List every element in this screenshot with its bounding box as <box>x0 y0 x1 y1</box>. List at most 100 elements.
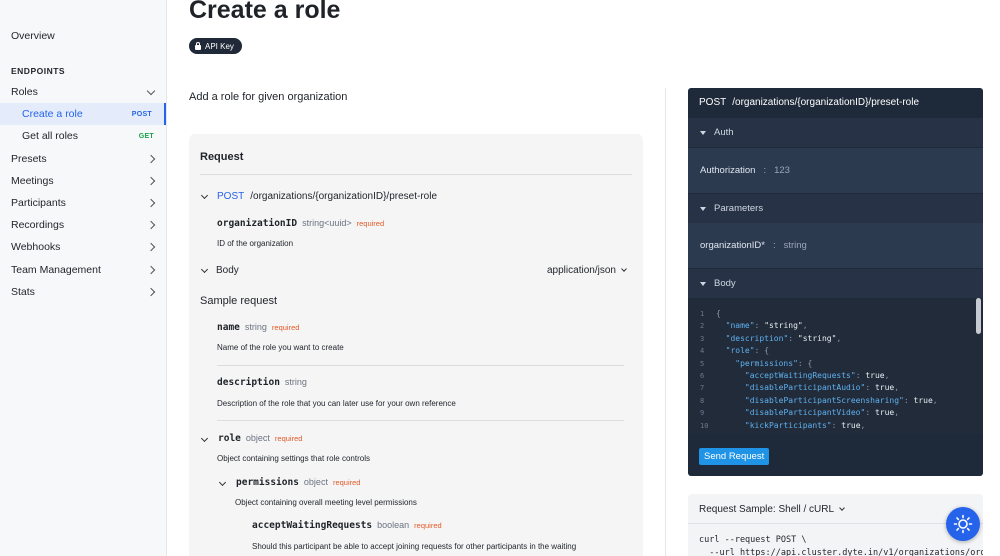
column-divider <box>665 88 666 556</box>
method-badge: GET <box>138 132 154 140</box>
sidebar-item-roles[interactable]: Roles <box>0 81 166 103</box>
json-value: { <box>716 309 721 318</box>
sidebar-item-label: Overview <box>11 30 55 42</box>
endpoint-path: /organizations/{organizationID}/preset-r… <box>732 97 920 108</box>
sidebar-item-stats[interactable]: Stats <box>0 281 166 303</box>
json-key: "acceptWaitingRequests" <box>744 370 856 380</box>
sidebar-item-label: Stats <box>11 286 35 298</box>
line-number: 10 <box>700 421 709 430</box>
sidebar-item-meetings[interactable]: Meetings <box>0 170 166 192</box>
line-number: 7 <box>700 384 705 393</box>
json-punct: , <box>894 383 900 393</box>
field-type: string <box>284 377 307 387</box>
line-number: 6 <box>700 371 705 380</box>
sidebar-item-participants[interactable]: Participants <box>0 192 166 214</box>
auth-section-toggle[interactable]: Auth <box>688 118 983 147</box>
auth-badge: API Key <box>189 38 242 54</box>
chevron-down-icon <box>839 505 845 511</box>
divider <box>200 174 632 175</box>
code-text: "role": { <box>725 346 770 356</box>
json-value: "string" <box>764 321 803 331</box>
chevron-down-icon <box>200 434 209 443</box>
field-role[interactable]: role object required <box>200 433 302 444</box>
request-sample-panel: Request Sample: Shell / cURL curl --requ… <box>688 494 983 556</box>
sidebar-item-get-all-roles[interactable]: Get all roles GET <box>0 125 166 147</box>
caret-down-icon <box>700 130 706 135</box>
code-line: 6 "acceptWaitingRequests": true, <box>688 370 983 382</box>
json-value: { <box>764 346 770 356</box>
json-punct: , <box>932 395 938 405</box>
parameters-section-toggle[interactable]: Parameters <box>688 194 983 223</box>
chevron-right-icon <box>146 220 156 230</box>
body-section-toggle[interactable]: Body <box>688 269 983 298</box>
chevron-down-icon <box>146 86 156 95</box>
required-badge: required <box>271 323 300 332</box>
authorization-row[interactable]: Authorization : 123 <box>688 148 983 193</box>
code-line: 3 "description": "string", <box>688 333 983 345</box>
code-line: 1{ <box>688 308 983 320</box>
param-organizationid: organizationID string<uuid> required <box>217 218 384 229</box>
code-line: 10 "kickParticipants": true, <box>688 420 983 432</box>
endpoint-toggle[interactable]: POST /organizations/{organizationID}/pre… <box>200 191 437 202</box>
field-permissions[interactable]: permissions object required <box>218 477 360 488</box>
field-description: Object containing settings that role con… <box>217 454 370 463</box>
sidebar-item-label: Webhooks <box>11 241 61 253</box>
json-value: true <box>874 383 895 393</box>
sidebar-item-create-a-role[interactable]: Create a role POST <box>0 103 166 125</box>
line-number: 8 <box>700 396 705 405</box>
chevron-right-icon <box>146 242 156 252</box>
required-badge: required <box>274 434 303 443</box>
sample-language-select[interactable]: Request Sample: Shell / cURL <box>699 504 845 515</box>
param-type: string<uuid> <box>302 218 352 228</box>
chevron-down-icon <box>200 191 209 199</box>
lock-icon <box>195 41 201 50</box>
code-text: "disableParticipantAudio": true, <box>744 383 900 393</box>
required-badge: required <box>414 521 442 530</box>
sidebar-item-webhooks[interactable]: Webhooks <box>0 236 166 258</box>
sidebar-item-overview[interactable]: Overview <box>0 25 166 47</box>
editor-scrollbar[interactable] <box>976 298 981 334</box>
code-text: "acceptWaitingRequests": true, <box>744 370 890 380</box>
param-description: ID of the organization <box>217 239 294 248</box>
code-text: "name": "string", <box>725 321 808 331</box>
param-organizationid-input[interactable]: organizationID* : string <box>688 223 983 268</box>
param-name: organizationID <box>217 218 298 229</box>
field-name-label: description <box>217 377 280 388</box>
http-method: POST <box>217 191 245 202</box>
code-line: curl --request POST \ <box>699 535 807 545</box>
json-key: "role" <box>725 346 755 356</box>
sidebar-item-presets[interactable]: Presets <box>0 148 166 170</box>
request-body-editor[interactable]: 1{2 "name": "string", 3 "description": "s… <box>688 299 983 434</box>
send-request-button[interactable]: Send Request <box>699 448 770 465</box>
line-number: 9 <box>700 409 705 418</box>
sidebar-item-label: Participants <box>11 197 66 209</box>
chevron-right-icon <box>146 287 156 297</box>
theme-toggle-button[interactable] <box>946 507 980 541</box>
json-value: true <box>865 370 885 380</box>
field-name-label: acceptWaitingRequests <box>252 520 373 531</box>
code-line: --url https://api.cluster.dyte.in/v1/org… <box>699 548 983 556</box>
json-key: "permissions" <box>735 358 798 368</box>
field-name-label: name <box>217 322 240 333</box>
json-punct: , <box>860 420 866 430</box>
sidebar-item-team-management[interactable]: Team Management <box>0 259 166 281</box>
content-type-select[interactable]: application/json <box>547 265 627 276</box>
sidebar-section-heading: ENDPOINTS <box>11 66 66 76</box>
line-number: 3 <box>700 334 705 343</box>
code-text: { <box>716 308 721 320</box>
field-type: string <box>244 322 267 332</box>
chevron-down-icon <box>200 265 209 273</box>
authorization-label: Authorization <box>700 165 756 176</box>
field-type: boolean <box>377 520 410 530</box>
param-type: string <box>783 240 807 251</box>
field-type: object <box>245 433 270 443</box>
field-description-row: description string <box>217 377 307 388</box>
sidebar-item-recordings[interactable]: Recordings <box>0 214 166 236</box>
body-toggle[interactable]: Body <box>200 265 239 276</box>
field-acceptwaitingrequests: acceptWaitingRequests boolean required <box>252 520 442 531</box>
section-label: Parameters <box>714 203 764 214</box>
line-number: 5 <box>700 359 705 368</box>
http-method: POST <box>699 97 727 108</box>
field-description: Description of the role that you can lat… <box>217 399 456 408</box>
sun-icon <box>953 514 973 534</box>
